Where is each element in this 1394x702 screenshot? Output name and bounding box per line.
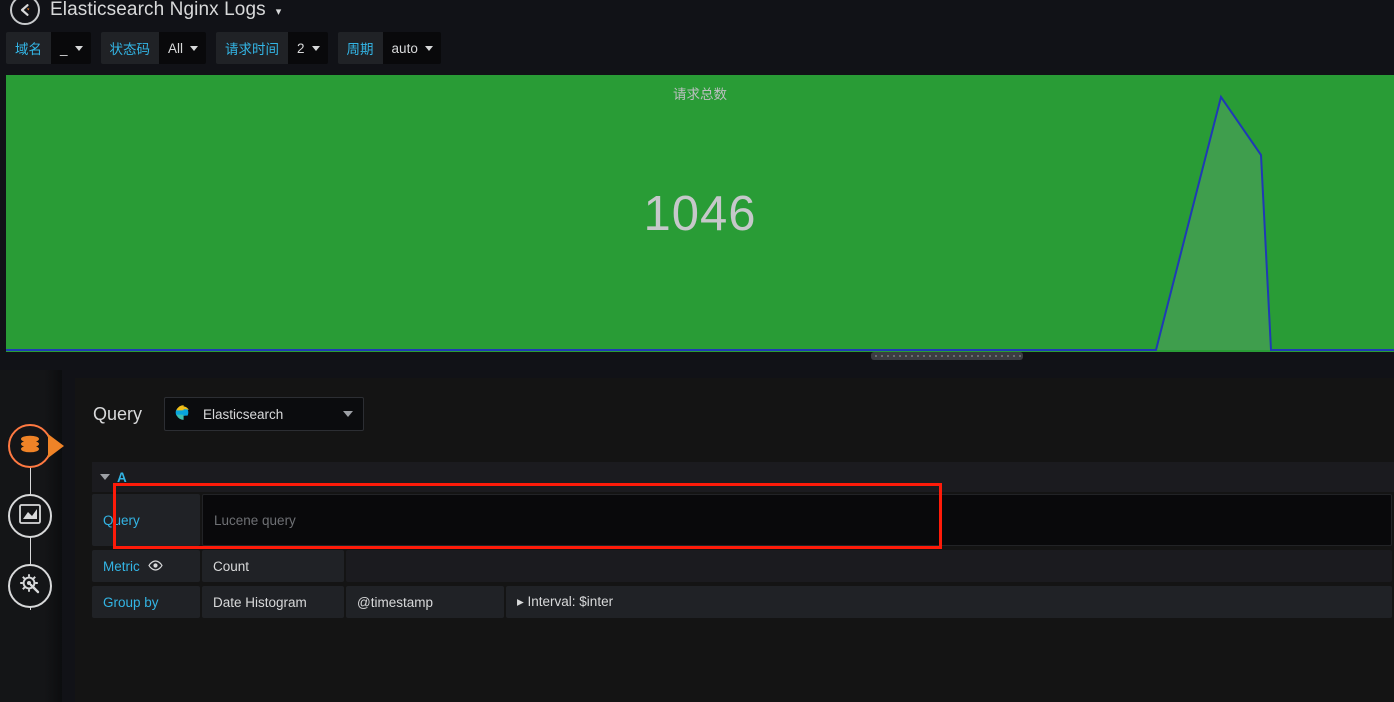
variable-request-time-text: 2: [297, 40, 305, 56]
variable-domain-value[interactable]: _: [51, 32, 91, 64]
variable-request-time[interactable]: 请求时间 2: [216, 32, 328, 64]
chevron-down-icon: [424, 45, 433, 51]
variable-status-code-text: All: [168, 40, 184, 56]
chevron-down-icon: [311, 45, 320, 51]
dashboard-header: Elasticsearch Nginx Logs ▾: [0, 0, 1394, 26]
query-section-label: Query: [93, 403, 143, 424]
chevron-down-icon[interactable]: ▾: [276, 5, 282, 18]
query-fields-grid: Query Lucene query Metric Count Group by…: [92, 494, 1394, 618]
metric-field-label: Metric: [92, 550, 200, 582]
eye-icon[interactable]: [148, 559, 163, 574]
groupby-field-value[interactable]: @timestamp: [346, 586, 504, 618]
query-row-a: A Query Lucene query Metric Count Group …: [92, 462, 1394, 622]
stat-panel[interactable]: 请求总数 1046: [6, 75, 1394, 352]
chevron-down-icon: [343, 411, 354, 417]
variable-status-code-value[interactable]: All: [159, 32, 207, 64]
elasticsearch-logo-icon: [175, 404, 192, 424]
variable-status-code-label: 状态码: [100, 32, 160, 64]
groupby-interval-setting[interactable]: ▸ Interval: $inter: [506, 586, 1392, 618]
variable-request-time-label: 请求时间: [216, 32, 289, 64]
variable-domain[interactable]: 域名 _: [6, 32, 91, 64]
grafana-panel-edit-page: Elasticsearch Nginx Logs ▾ 域名 _ 状态码 All …: [0, 0, 1394, 702]
chevron-down-icon: [190, 45, 199, 51]
sidebar-item-panel-settings[interactable]: [8, 564, 52, 608]
variable-period-text: auto: [391, 40, 418, 56]
variable-period-label: 周期: [337, 32, 383, 64]
datasource-picker[interactable]: Elasticsearch: [164, 397, 365, 431]
database-icon: [17, 431, 43, 462]
gear-wrench-icon: [17, 571, 43, 602]
query-row-header[interactable]: A: [92, 462, 1394, 492]
variable-request-time-value[interactable]: 2: [288, 32, 328, 64]
query-row-lucene: Query Lucene query: [92, 494, 1394, 546]
template-variable-bar: 域名 _ 状态码 All 请求时间 2 周期 auto: [0, 31, 1394, 65]
variable-domain-label: 域名: [6, 32, 51, 64]
variable-period[interactable]: 周期 auto: [337, 32, 441, 64]
query-field-label: Query: [92, 494, 200, 546]
panel-editor-tab-rail: [0, 370, 64, 702]
groupby-field-label: Group by: [92, 586, 200, 618]
back-arrow-icon[interactable]: [10, 0, 40, 25]
panel-resize-handle[interactable]: [871, 352, 1023, 360]
query-row-groupby: Group by Date Histogram @timestamp ▸ Int…: [92, 586, 1394, 618]
graph-panel-icon: [17, 501, 43, 532]
chevron-down-icon: [74, 45, 83, 51]
variable-domain-text: _: [60, 40, 68, 56]
sparkline-chart: [6, 94, 1394, 351]
page-title: Elasticsearch Nginx Logs: [50, 0, 266, 20]
groupby-aggregation-value[interactable]: Date Histogram: [202, 586, 344, 618]
metric-row-filler: [346, 550, 1392, 582]
variable-period-value[interactable]: auto: [382, 32, 441, 64]
query-ref-id: A: [117, 469, 127, 485]
query-row-metric: Metric Count: [92, 550, 1394, 582]
variable-status-code[interactable]: 状态码 All: [100, 32, 207, 64]
query-editor: Query Elasticsearch A Query Lucene query…: [75, 378, 1394, 702]
search-input[interactable]: Lucene query: [202, 494, 1392, 546]
sidebar-item-queries[interactable]: [8, 424, 64, 468]
metric-label-text: Metric: [103, 558, 140, 574]
datasource-name: Elasticsearch: [203, 406, 284, 422]
metric-aggregation-value[interactable]: Count: [202, 550, 344, 582]
sidebar-item-visualization[interactable]: [8, 494, 52, 538]
datasource-row: Query Elasticsearch: [75, 378, 1394, 436]
chevron-down-icon[interactable]: [100, 474, 110, 480]
